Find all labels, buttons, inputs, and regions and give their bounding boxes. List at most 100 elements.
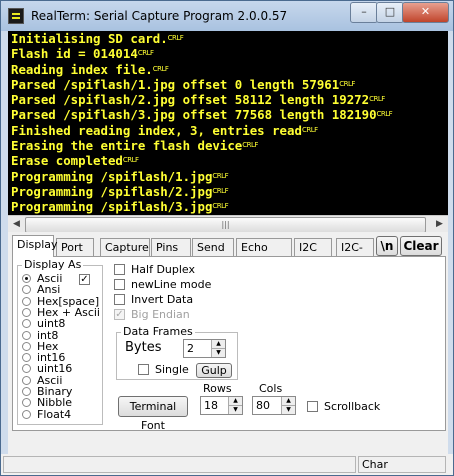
display-mode-option[interactable]: Float4 [22,407,72,421]
invert-data-checkbox[interactable] [114,294,125,305]
newline-mode-checkbox[interactable] [114,279,125,290]
status-field-empty [3,456,356,473]
cols-up-arrow-icon[interactable]: ▲ [281,397,295,405]
terminal-line-text: Reading index file. [11,61,153,77]
terminal-line: Erasing the entire flash deviceCRLF [8,138,448,153]
terminal-line: Finished reading index, 3, entries readC… [8,123,448,138]
crlf-marker: CRLF [376,110,393,119]
close-button[interactable]: ✕ [402,2,449,23]
realterm-window: RealTerm: Serial Capture Program 2.0.0.5… [0,0,454,476]
terminal-line-text: Programming /spiflash/3.jpg [11,199,213,215]
terminal-line: Programming /spiflash/2.jpgCRLF [8,184,448,199]
realterm-app-icon[interactable] [8,8,24,24]
radio-button-icon[interactable] [22,285,31,295]
half-duplex-checkbox[interactable] [114,264,125,275]
radio-button-icon[interactable] [22,364,31,374]
half-duplex-label: Half Duplex [131,263,196,276]
gulp-button[interactable]: Gulp [196,363,232,378]
clear-button[interactable]: Clear [400,236,442,256]
cols-down-arrow-icon[interactable]: ▼ [281,405,295,414]
ascii-check-mark: ✓ [80,274,89,285]
bytes-spinner[interactable]: 2 ▲ ▼ [183,339,226,358]
data-frames-title: Data Frames [121,325,195,338]
minimize-button[interactable]: – [350,2,378,23]
radio-button-icon[interactable] [22,387,31,396]
display-mode-label: Float4 [37,407,72,421]
radio-button-icon[interactable] [22,319,31,329]
terminal-line: Parsed /spiflash/3.jpg offset 77568 leng… [8,107,448,122]
crlf-marker: CRLF [212,186,229,195]
tab-capture[interactable]: Capture [100,238,150,256]
radio-button-icon[interactable] [22,398,31,408]
tab-i2c-2[interactable]: I2C-2 [336,238,374,272]
settings-panel: Display Port Capture Pins Send Echo Port… [8,232,448,454]
radio-button-icon[interactable] [22,353,31,363]
terminal-line: Parsed /spiflash/2.jpg offset 58112 leng… [8,92,448,107]
terminal-line: Programming /spiflash/1.jpgCRLF [8,169,448,184]
terminal-font-button[interactable]: Terminal Font [118,396,188,432]
terminal-line: Reading index file.CRLF [8,62,448,77]
terminal-lines: Initialising SD card.CRLF Flash id = 0140… [8,31,448,215]
maximize-button[interactable]: □ [376,2,404,23]
terminal-output[interactable]: Initialising SD card.CRLF Flash id = 0140… [8,31,448,215]
bytes-down-arrow-icon[interactable]: ▼ [211,348,225,357]
crlf-marker: CRLF [152,64,169,73]
tab-send[interactable]: Send [192,238,234,256]
rows-value: 18 [204,399,218,412]
terminal-line-text: Programming /spiflash/1.jpg [11,168,213,184]
rows-spinner[interactable]: 18 ▲ ▼ [200,396,243,415]
terminal-line: Initialising SD card.CRLF [8,31,448,46]
crlf-marker: CRLF [369,95,385,104]
tab-i2c[interactable]: I2C [294,238,332,256]
data-frames-group: Data Frames Bytes 2 ▲ ▼ Single Gulp [116,325,238,380]
radio-button-icon[interactable] [22,409,31,419]
invert-data-label: Invert Data [131,293,194,306]
radio-button-icon[interactable] [22,307,31,317]
crlf-marker: CRLF [167,34,184,42]
tab-display[interactable]: Display [12,235,58,257]
status-bar: Char Count:956 [1,454,453,475]
tab-port[interactable]: Port [56,238,94,256]
terminal-line-text: Programming /spiflash/2.jpg [11,183,213,199]
scrollback-checkbox[interactable] [307,401,318,412]
crlf-marker: CRLF [242,141,258,150]
rows-down-arrow-icon[interactable]: ▼ [228,405,242,414]
radio-button-icon[interactable] [22,274,31,283]
big-endian-label: Big Endian [131,308,190,321]
display-tab-content: Display As Ascii Ansi Hex[space] Hex + Asci… [12,256,446,432]
scroll-left-arrow[interactable]: ◀ [8,216,25,233]
rows-up-arrow-icon[interactable]: ▲ [228,397,242,405]
scroll-right-arrow[interactable]: ▶ [431,216,448,233]
radio-button-icon[interactable] [22,375,31,385]
crlf-marker: CRLF [122,156,139,165]
radio-button-icon[interactable] [22,330,31,340]
big-endian-check-mark: ✓ [115,309,124,320]
terminal-line-text: Parsed /spiflash/2.jpg offset 58112 leng… [11,92,370,108]
terminal-line-text: Flash id = 014014 [11,46,138,62]
radio-button-icon[interactable] [22,341,31,351]
tab-pins[interactable]: Pins [151,238,191,256]
bytes-up-arrow-icon[interactable]: ▲ [211,340,225,348]
bytes-label: Bytes [125,340,162,355]
single-checkbox[interactable] [138,364,149,375]
scrollback-label: Scrollback [324,400,381,413]
cols-spinner[interactable]: 80 ▲ ▼ [252,396,296,415]
settings-tabs: Display Port Capture Pins Send Echo Port… [12,235,448,272]
ascii-checkbox[interactable]: ✓ [79,274,90,285]
window-title: RealTerm: Serial Capture Program 2.0.0.5… [31,9,288,23]
title-bar[interactable]: RealTerm: Serial Capture Program 2.0.0.5… [1,1,453,31]
tab-echo-port[interactable]: Echo Port [236,238,292,272]
horizontal-scrollbar[interactable]: ◀ ||| ▶ [8,215,448,233]
terminal-line-text: Erasing the entire flash device [11,138,243,154]
terminal-line: Parsed /spiflash/1.jpg offset 0 length 5… [8,77,448,92]
terminal-line-text: Erase completed [11,153,123,169]
newline-button[interactable]: \n [376,236,398,256]
crlf-marker: CRLF [301,125,318,134]
scrollbar-thumb[interactable]: ||| [25,217,426,233]
terminal-line-text: Parsed /spiflash/3.jpg offset 77568 leng… [11,107,377,123]
terminal-line-text: Initialising SD card. [11,31,168,46]
radio-button-icon[interactable] [22,296,31,306]
char-count-status: Char Count:956 [358,456,446,475]
thumb-grip-icon: ||| [221,220,230,229]
big-endian-checkbox[interactable]: ✓ [114,309,125,320]
